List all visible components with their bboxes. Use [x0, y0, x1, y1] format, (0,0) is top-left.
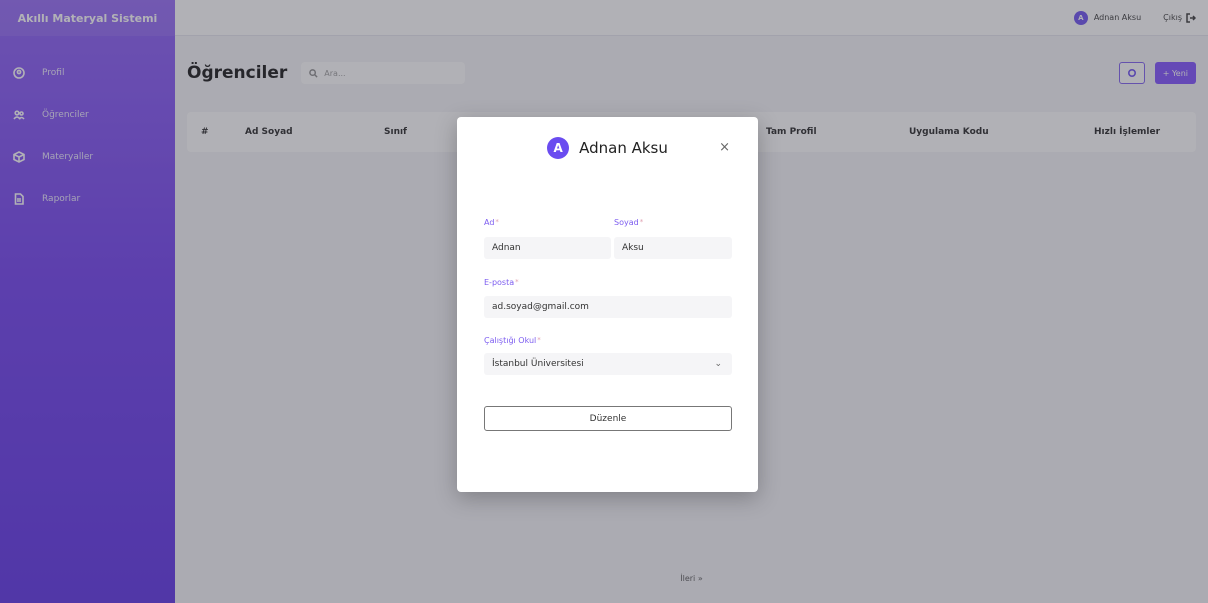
- email-label: E-posta*: [484, 278, 519, 287]
- avatar: A: [547, 137, 570, 159]
- modal-header: A Adnan Aksu: [457, 137, 758, 159]
- chevron-down-icon: ⌄: [714, 359, 722, 369]
- label-text: E-posta: [484, 278, 515, 287]
- label-text: Çalıştığı Okul: [484, 336, 537, 345]
- last-name-label: Soyad*: [614, 218, 643, 227]
- school-select[interactable]: İstanbul Üniversitesi ⌄: [484, 353, 732, 375]
- first-name-label: Ad*: [484, 218, 499, 227]
- required-mark: *: [537, 336, 541, 344]
- last-name-field[interactable]: Aksu: [614, 237, 732, 259]
- label-text: Soyad: [614, 218, 639, 227]
- first-name-field[interactable]: Adnan: [484, 237, 611, 259]
- school-label: Çalıştığı Okul*: [484, 336, 541, 345]
- email-field[interactable]: ad.soyad@gmail.com: [484, 296, 732, 318]
- label-text: Ad: [484, 218, 495, 227]
- close-icon[interactable]: ×: [719, 140, 730, 155]
- modal-title: Adnan Aksu: [579, 139, 668, 157]
- required-mark: *: [515, 278, 519, 286]
- edit-student-modal: A Adnan Aksu × Ad* Adnan Soyad* Aksu E-p…: [457, 117, 758, 492]
- required-mark: *: [495, 218, 499, 226]
- required-mark: *: [639, 218, 644, 226]
- school-select-value: İstanbul Üniversitesi: [492, 359, 584, 369]
- edit-button[interactable]: Düzenle: [484, 406, 732, 431]
